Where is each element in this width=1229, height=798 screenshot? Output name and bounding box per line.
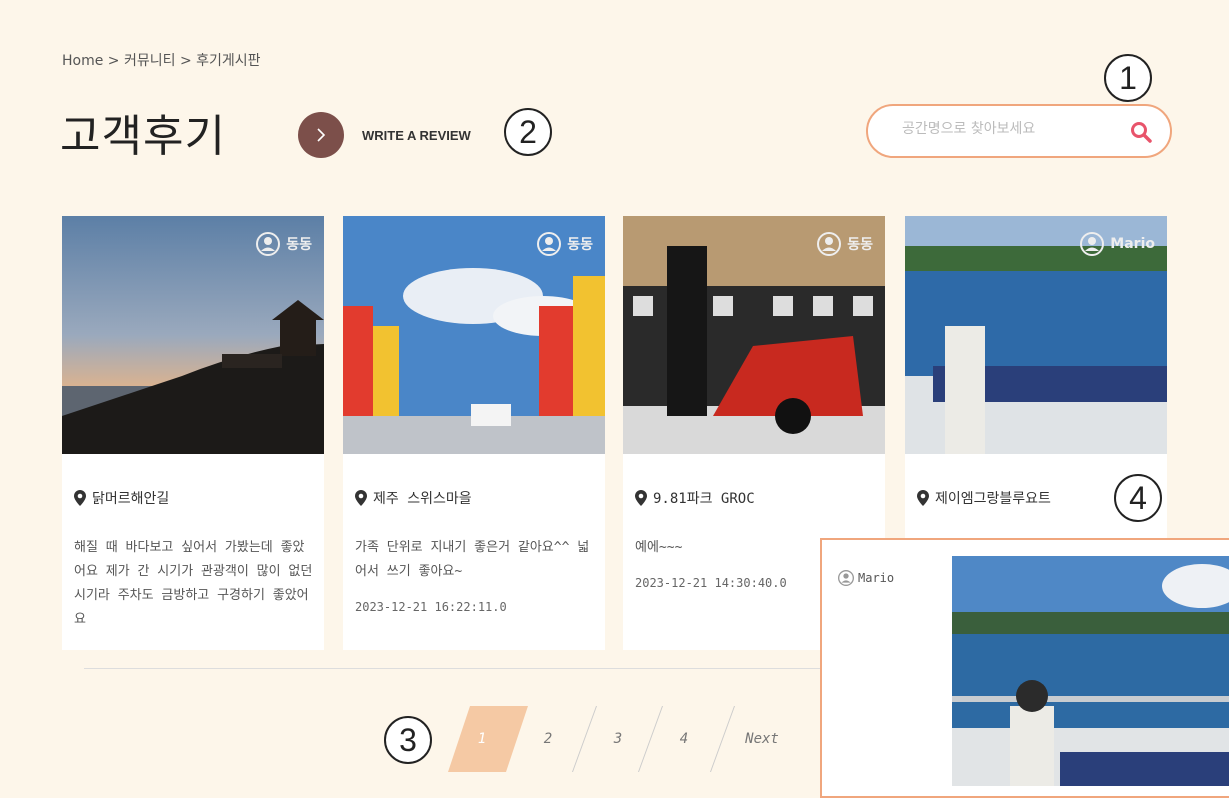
author-name: 동동 <box>847 237 873 253</box>
search-input[interactable] <box>900 120 1124 138</box>
author-tag: Mario <box>1080 232 1155 256</box>
page-4[interactable]: 4 <box>662 706 706 772</box>
place-name: 닭머르해안길 <box>74 488 169 508</box>
write-review-button[interactable]: WRITE A REVIEW <box>298 112 471 158</box>
review-date: 2023-12-21 14:30:40.0 <box>635 576 787 590</box>
search-box <box>866 104 1172 158</box>
place-name: 9.81파크 GROC <box>635 488 755 508</box>
annotation-4: 4 <box>1114 474 1162 522</box>
preview-author-name: Mario <box>858 571 895 585</box>
annotation-3: 3 <box>384 716 432 764</box>
author-tag: 동동 <box>256 232 312 256</box>
next-page[interactable]: Next <box>732 706 792 772</box>
place-label: 9.81파크 GROC <box>653 491 755 507</box>
review-photo: Mario <box>905 216 1167 454</box>
search-icon[interactable] <box>1130 121 1152 143</box>
author-name: 동동 <box>286 237 312 253</box>
review-card[interactable]: 동동 닭머르해안길 해질 때 바다보고 싶어서 가봤는데 좋았어요 제가 간 시… <box>62 216 324 650</box>
page-separator <box>571 706 598 772</box>
author-tag: 동동 <box>817 232 873 256</box>
review-date: 2023-12-21 16:22:11.0 <box>355 600 507 614</box>
review-page: Home > 커뮤니티 > 후기게시판 고객후기 WRITE A REVIEW … <box>0 0 1229 798</box>
review-photo: 동동 <box>62 216 324 454</box>
chevron-right-icon <box>298 112 344 158</box>
user-icon <box>1080 232 1105 256</box>
page-1[interactable]: 1 <box>460 706 504 772</box>
place-label: 닭머르해안길 <box>92 491 170 507</box>
page-3[interactable]: 3 <box>596 706 640 772</box>
write-review-label: WRITE A REVIEW <box>362 127 471 143</box>
annotation-2: 2 <box>504 108 552 156</box>
place-label: 제주 스위스마을 <box>373 491 472 507</box>
preview-author: Mario <box>838 570 894 586</box>
page-separator <box>637 706 664 772</box>
review-text: 해질 때 바다보고 싶어서 가봤는데 좋았어요 제가 간 시기가 관광객이 많이… <box>74 540 313 627</box>
place-name: 제주 스위스마을 <box>355 488 472 508</box>
author-tag: 동동 <box>537 232 593 256</box>
location-pin-icon <box>917 490 929 506</box>
review-text: 가족 단위로 지내기 좋은거 같아요^^ 넓어서 쓰기 좋아요~ <box>355 540 590 579</box>
review-photo: 동동 <box>623 216 885 454</box>
user-icon <box>256 232 281 256</box>
divider <box>84 668 844 669</box>
page-title: 고객후기 <box>60 111 226 162</box>
preview-photo <box>952 556 1229 786</box>
user-icon <box>537 232 562 256</box>
review-preview-popup[interactable]: Mario <box>820 538 1229 798</box>
user-icon <box>838 570 854 586</box>
author-name: Mario <box>1110 236 1155 252</box>
breadcrumb: Home > 커뮤니티 > 후기게시판 <box>62 53 261 69</box>
location-pin-icon <box>74 490 86 506</box>
user-icon <box>817 232 842 256</box>
location-pin-icon <box>635 490 647 506</box>
author-name: 동동 <box>567 237 593 253</box>
review-photo: 동동 <box>343 216 605 454</box>
review-card[interactable]: 동동 제주 스위스마을 가족 단위로 지내기 좋은거 같아요^^ 넓어서 쓰기 … <box>343 216 605 650</box>
page-2[interactable]: 2 <box>526 706 570 772</box>
place-name: 제이엠그랑블루요트 <box>917 488 1051 508</box>
place-label: 제이엠그랑블루요트 <box>935 491 1051 507</box>
location-pin-icon <box>355 490 367 506</box>
annotation-1: 1 <box>1104 54 1152 102</box>
